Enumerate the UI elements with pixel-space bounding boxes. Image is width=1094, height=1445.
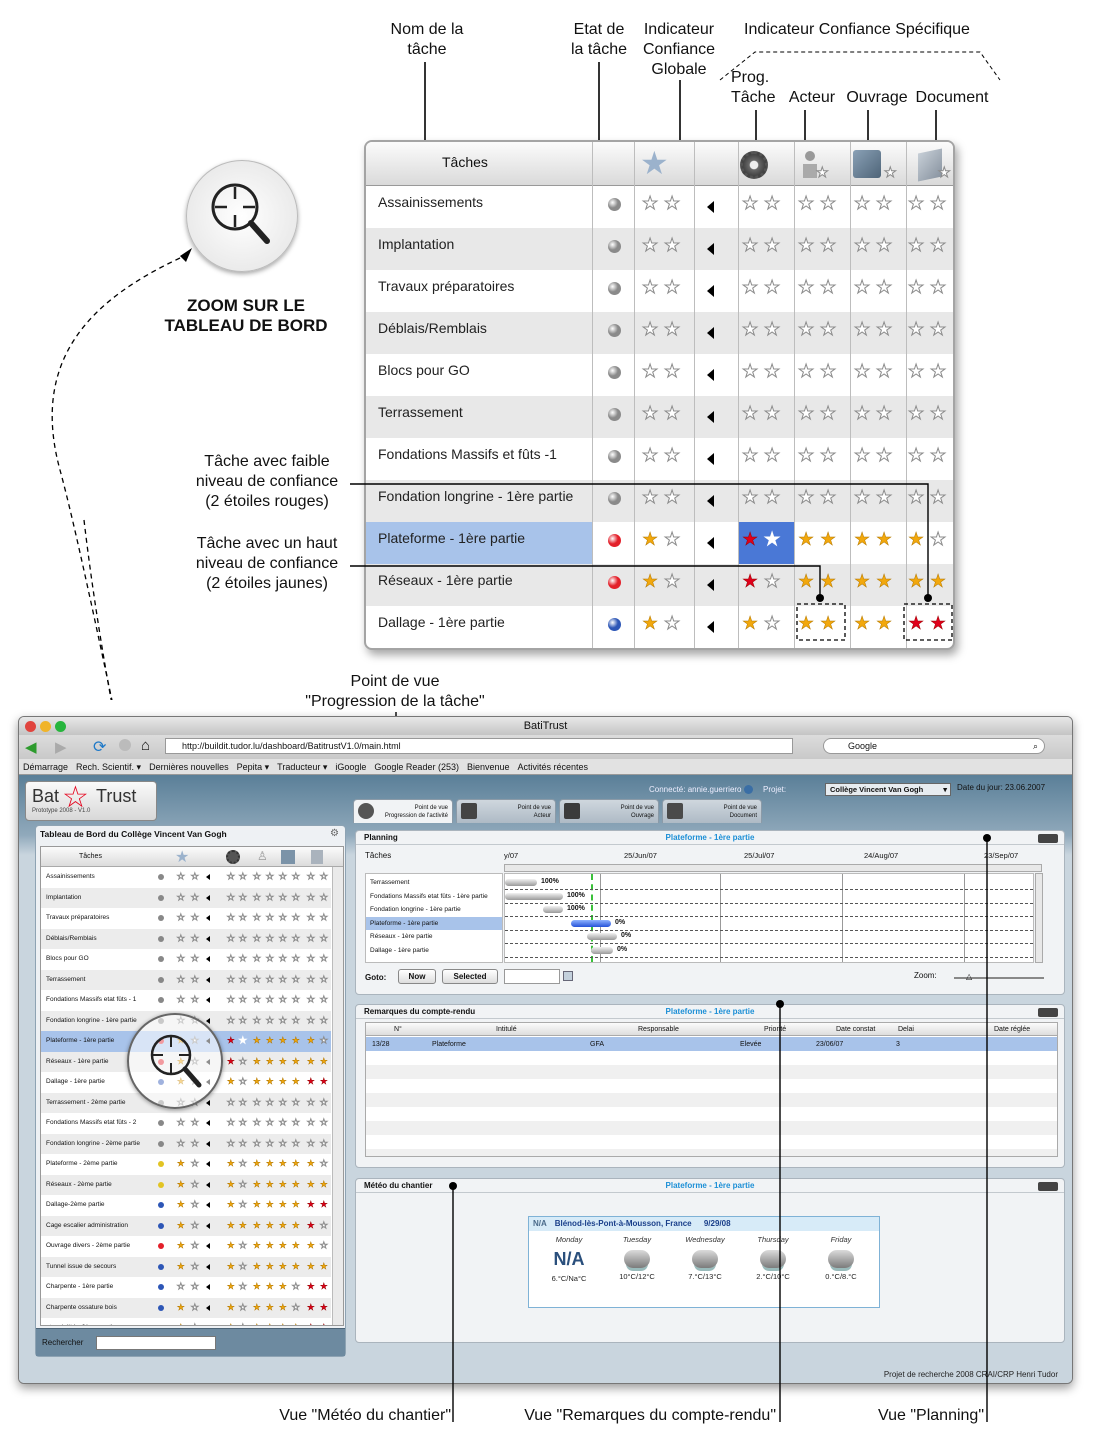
annotation-vue-meteo: Vue "Météo du chantier" [279, 1407, 451, 1424]
annotation-vue-remarques: Vue "Remarques du compte-rendu" [524, 1407, 776, 1424]
annotation-leaders-bottom [449, 834, 991, 1422]
annotation-vue-planning: Vue "Planning" [878, 1407, 984, 1424]
